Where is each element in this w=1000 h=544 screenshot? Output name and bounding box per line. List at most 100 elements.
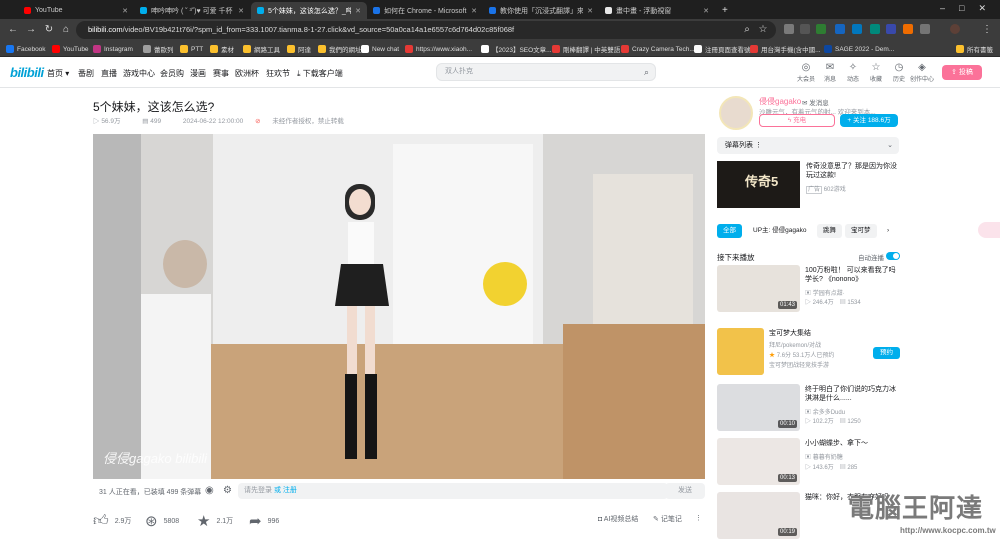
tab-uploader[interactable]: UP主: 侵侵gagako (747, 224, 812, 238)
bookmark-item[interactable]: YouTube (52, 43, 89, 55)
bookmark-item[interactable]: 【2023】SEO文章... (481, 43, 552, 55)
nav-item[interactable]: 欧洲杯 (235, 68, 259, 79)
danmaku-list-toggle[interactable]: 弹幕列表 ⋮ ⌄ (717, 137, 899, 154)
danmaku-toggle-icon[interactable]: ◉ (205, 485, 214, 496)
bookmark-item[interactable]: 注冊頁面查看號 (694, 43, 751, 55)
bookmark-item[interactable]: SAGE 2022 - Dem... (824, 43, 894, 55)
bookmark-item[interactable]: Instagram (93, 43, 133, 55)
extension-icon[interactable] (886, 24, 896, 34)
autoplay-toggle[interactable] (886, 252, 900, 260)
video-thumbnail[interactable]: 00:10 (717, 384, 800, 431)
nav-item[interactable]: 会员购 (160, 68, 184, 79)
bookmark-folder[interactable]: 阿達 (287, 43, 311, 55)
danmaku-input[interactable]: 请先登录 或 注册 (238, 483, 668, 499)
url-field[interactable]: bilibili.com/video/BV19b421t76i/?spm_id_… (76, 21, 776, 39)
bookmark-folder[interactable]: 素材 (210, 43, 234, 55)
coin-button[interactable]: ⊛ 5808 (145, 512, 179, 530)
share-button[interactable]: ➦ 996 (249, 512, 279, 530)
all-bookmarks[interactable]: 所有書籤 (956, 43, 993, 55)
upload-button[interactable]: ⇪ 投稿 (942, 65, 982, 80)
bookmark-item[interactable]: 用台灣手機(含中國... (750, 43, 821, 55)
tab-dance[interactable]: 跳舞 (817, 224, 842, 238)
video-thumbnail[interactable]: 01:43 (717, 265, 800, 312)
ad-thumbnail[interactable]: 传奇5 (717, 161, 800, 208)
extension-icon[interactable] (784, 24, 794, 34)
reserve-button[interactable]: 预约 (873, 347, 900, 359)
floating-side-tab[interactable] (978, 222, 1000, 238)
close-icon[interactable]: ✕ (238, 7, 244, 15)
reload-icon[interactable]: ↻ (42, 22, 56, 38)
bilibili-logo[interactable]: bilibili (10, 65, 44, 80)
nav-item[interactable]: 直播 (101, 68, 117, 79)
header-history[interactable]: ◷ 历史 (888, 62, 910, 83)
home-icon[interactable]: ⌂ (59, 22, 73, 38)
close-icon[interactable]: ✕ (587, 7, 593, 15)
bookmark-item[interactable]: New chat (361, 43, 399, 55)
bookmark-folder[interactable]: PTT (180, 43, 203, 55)
close-icon[interactable]: ✕ (703, 7, 709, 15)
close-icon[interactable]: ✕ (355, 7, 361, 15)
list-item[interactable]: 00:10 终于明白了你们说的巧克力冰淇淋是什么...... ▣ 余多多Dudu… (717, 384, 907, 432)
danmaku-settings-icon[interactable]: ⚙ (223, 485, 232, 496)
browser-tab[interactable]: 教你使用「沉浸式翻譯」來翻譯...✕ (483, 2, 599, 19)
new-tab-button[interactable]: + (716, 2, 732, 19)
extension-icon[interactable] (852, 24, 862, 34)
bookmark-folder[interactable]: 網路工具 (243, 43, 280, 55)
bookmark-item[interactable]: 剛棒翻譯 | 中英雙語 (552, 43, 620, 55)
extension-icon[interactable] (835, 24, 845, 34)
nav-home[interactable]: 首页 ▾ (47, 68, 69, 79)
browser-tab-active[interactable]: 5个妹妹，这该怎么选？_哔... ✕ (251, 2, 367, 19)
tab-pokemon[interactable]: 宝可梦 (845, 224, 877, 238)
nav-item[interactable]: 漫画 (190, 68, 206, 79)
ai-summary-button[interactable]: ◘ AI视频总结 (598, 514, 638, 524)
extensions-menu-icon[interactable] (920, 24, 930, 34)
ad-title[interactable]: 传奇没意思了？那是因为你没玩过这款! (806, 162, 901, 180)
nav-item[interactable]: 狂欢节 (266, 68, 290, 79)
zoom-icon[interactable]: ⌕ (740, 22, 754, 38)
list-item[interactable]: 01:43 100万粉啦！ 可以来看我了吗学长? 《nonono》 ▣ 学园有点… (717, 265, 907, 313)
extension-icon[interactable] (800, 24, 810, 34)
nav-item[interactable]: 番剧 (78, 68, 94, 79)
browser-tab[interactable]: 畫中畫 - 浮動視窗 ✕ (599, 2, 715, 19)
bookmark-item[interactable]: 蕾歐列 (143, 43, 174, 55)
bookmark-star-icon[interactable]: ☆ (756, 22, 770, 38)
browser-tab[interactable]: YouTube ✕ (18, 2, 134, 19)
bookmark-item[interactable]: Facebook (6, 43, 46, 55)
extension-icon[interactable] (870, 24, 880, 34)
header-favorite[interactable]: ☆ 收藏 (865, 62, 887, 83)
video-thumbnail[interactable]: 00:19 (717, 492, 800, 539)
search-input[interactable]: 双人扑克 ⌕ (436, 63, 656, 81)
header-vip[interactable]: ◎ 大会员 (795, 62, 817, 83)
uploader-avatar[interactable] (719, 96, 753, 130)
like-button[interactable]: 👍︎ 2.9万 (93, 512, 131, 530)
header-creator[interactable]: ◈ 创作中心 (909, 62, 935, 83)
chevron-right-icon[interactable]: › (881, 224, 895, 238)
bookmark-item[interactable]: Crazy Camera Tech... (621, 43, 695, 55)
video-player[interactable]: 侵侵gagako bilibili (93, 134, 705, 479)
back-icon[interactable]: ← (6, 22, 20, 38)
browser-tab[interactable]: 呻吟呻吟 ( ˘ ³˘)♥ 可爱 千杯 - bi...✕ (134, 2, 250, 19)
favorite-button[interactable]: ★ 2.1万 (197, 512, 233, 530)
bookmark-item[interactable]: https://www.xiaoh... (405, 43, 472, 55)
tab-all[interactable]: 全部 (717, 224, 742, 238)
search-icon[interactable]: ⌕ (644, 64, 649, 80)
more-icon[interactable]: ⋮ (695, 514, 702, 522)
close-icon[interactable]: ✕ (471, 7, 477, 15)
bookmark-folder[interactable]: 我們的網址 (318, 43, 362, 55)
download-client-link[interactable]: ⤓ 下载客户端 (297, 68, 343, 79)
window-controls[interactable]: –□✕ (940, 3, 1000, 14)
profile-avatar[interactable] (950, 24, 960, 34)
menu-icon[interactable]: ⋮ (980, 22, 994, 38)
list-item[interactable]: 00:13 小小蝴蝶步、拿下～ ▣ 暮暮有奶糖 ▷ 143.6万 ▤ 285 (717, 438, 907, 486)
charge-button[interactable]: ϟ 充电 (759, 114, 835, 127)
header-dynamic[interactable]: ✧ 动态 (842, 62, 864, 83)
extension-icon[interactable] (816, 24, 826, 34)
follow-button[interactable]: + 关注 188.6万 (840, 114, 898, 127)
video-thumbnail[interactable]: 00:13 (717, 438, 800, 485)
game-thumbnail[interactable] (717, 328, 764, 375)
nav-item[interactable]: 赛事 (213, 68, 229, 79)
header-message[interactable]: ✉ 消息 (819, 62, 841, 83)
notes-button[interactable]: ✎ 记笔记 (653, 514, 682, 524)
close-icon[interactable]: ✕ (122, 7, 128, 15)
browser-tab[interactable]: 如何在 Chrome - Microsoft Edge✕ (367, 2, 483, 19)
